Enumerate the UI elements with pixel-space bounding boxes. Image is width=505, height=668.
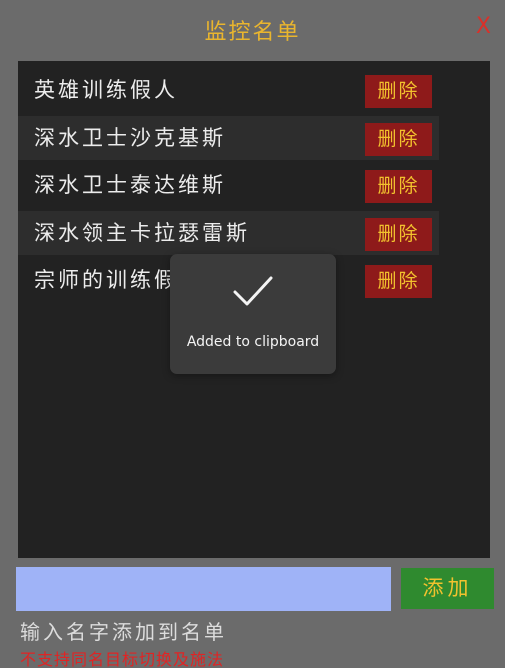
add-button[interactable]: 添加 bbox=[401, 568, 494, 609]
list-item: 深水领主卡拉瑟雷斯 删除 bbox=[18, 211, 439, 255]
list-item-name: 英雄训练假人 bbox=[34, 78, 178, 102]
delete-button[interactable]: 删除 bbox=[365, 75, 432, 108]
checkmark-icon bbox=[233, 276, 273, 306]
monitor-list-window: 监控名单 X 英雄训练假人 删除 深水卫士沙克基斯 删除 深水卫士泰达维斯 删除… bbox=[0, 0, 505, 668]
delete-button[interactable]: 删除 bbox=[365, 170, 432, 203]
list-item: 英雄训练假人 删除 bbox=[18, 68, 439, 112]
input-hint: 输入名字添加到名单 bbox=[20, 620, 227, 644]
name-input[interactable] bbox=[16, 567, 391, 611]
list-item-name: 深水领主卡拉瑟雷斯 bbox=[34, 221, 250, 245]
toast-message: Added to clipboard bbox=[186, 334, 320, 350]
delete-button[interactable]: 删除 bbox=[365, 123, 432, 156]
list-item: 深水卫士泰达维斯 删除 bbox=[18, 163, 439, 207]
close-button[interactable]: X bbox=[476, 14, 491, 39]
window-title: 监控名单 bbox=[204, 20, 301, 45]
list-item-name: 深水卫士沙克基斯 bbox=[34, 126, 226, 150]
list-item: 深水卫士沙克基斯 删除 bbox=[18, 116, 439, 160]
list-item-name: 深水卫士泰达维斯 bbox=[34, 173, 226, 197]
delete-button[interactable]: 删除 bbox=[365, 265, 432, 298]
warning-text: 不支持同名目标切换及施法 bbox=[20, 650, 225, 668]
clipboard-toast: Added to clipboard bbox=[170, 254, 336, 374]
delete-button[interactable]: 删除 bbox=[365, 218, 432, 251]
